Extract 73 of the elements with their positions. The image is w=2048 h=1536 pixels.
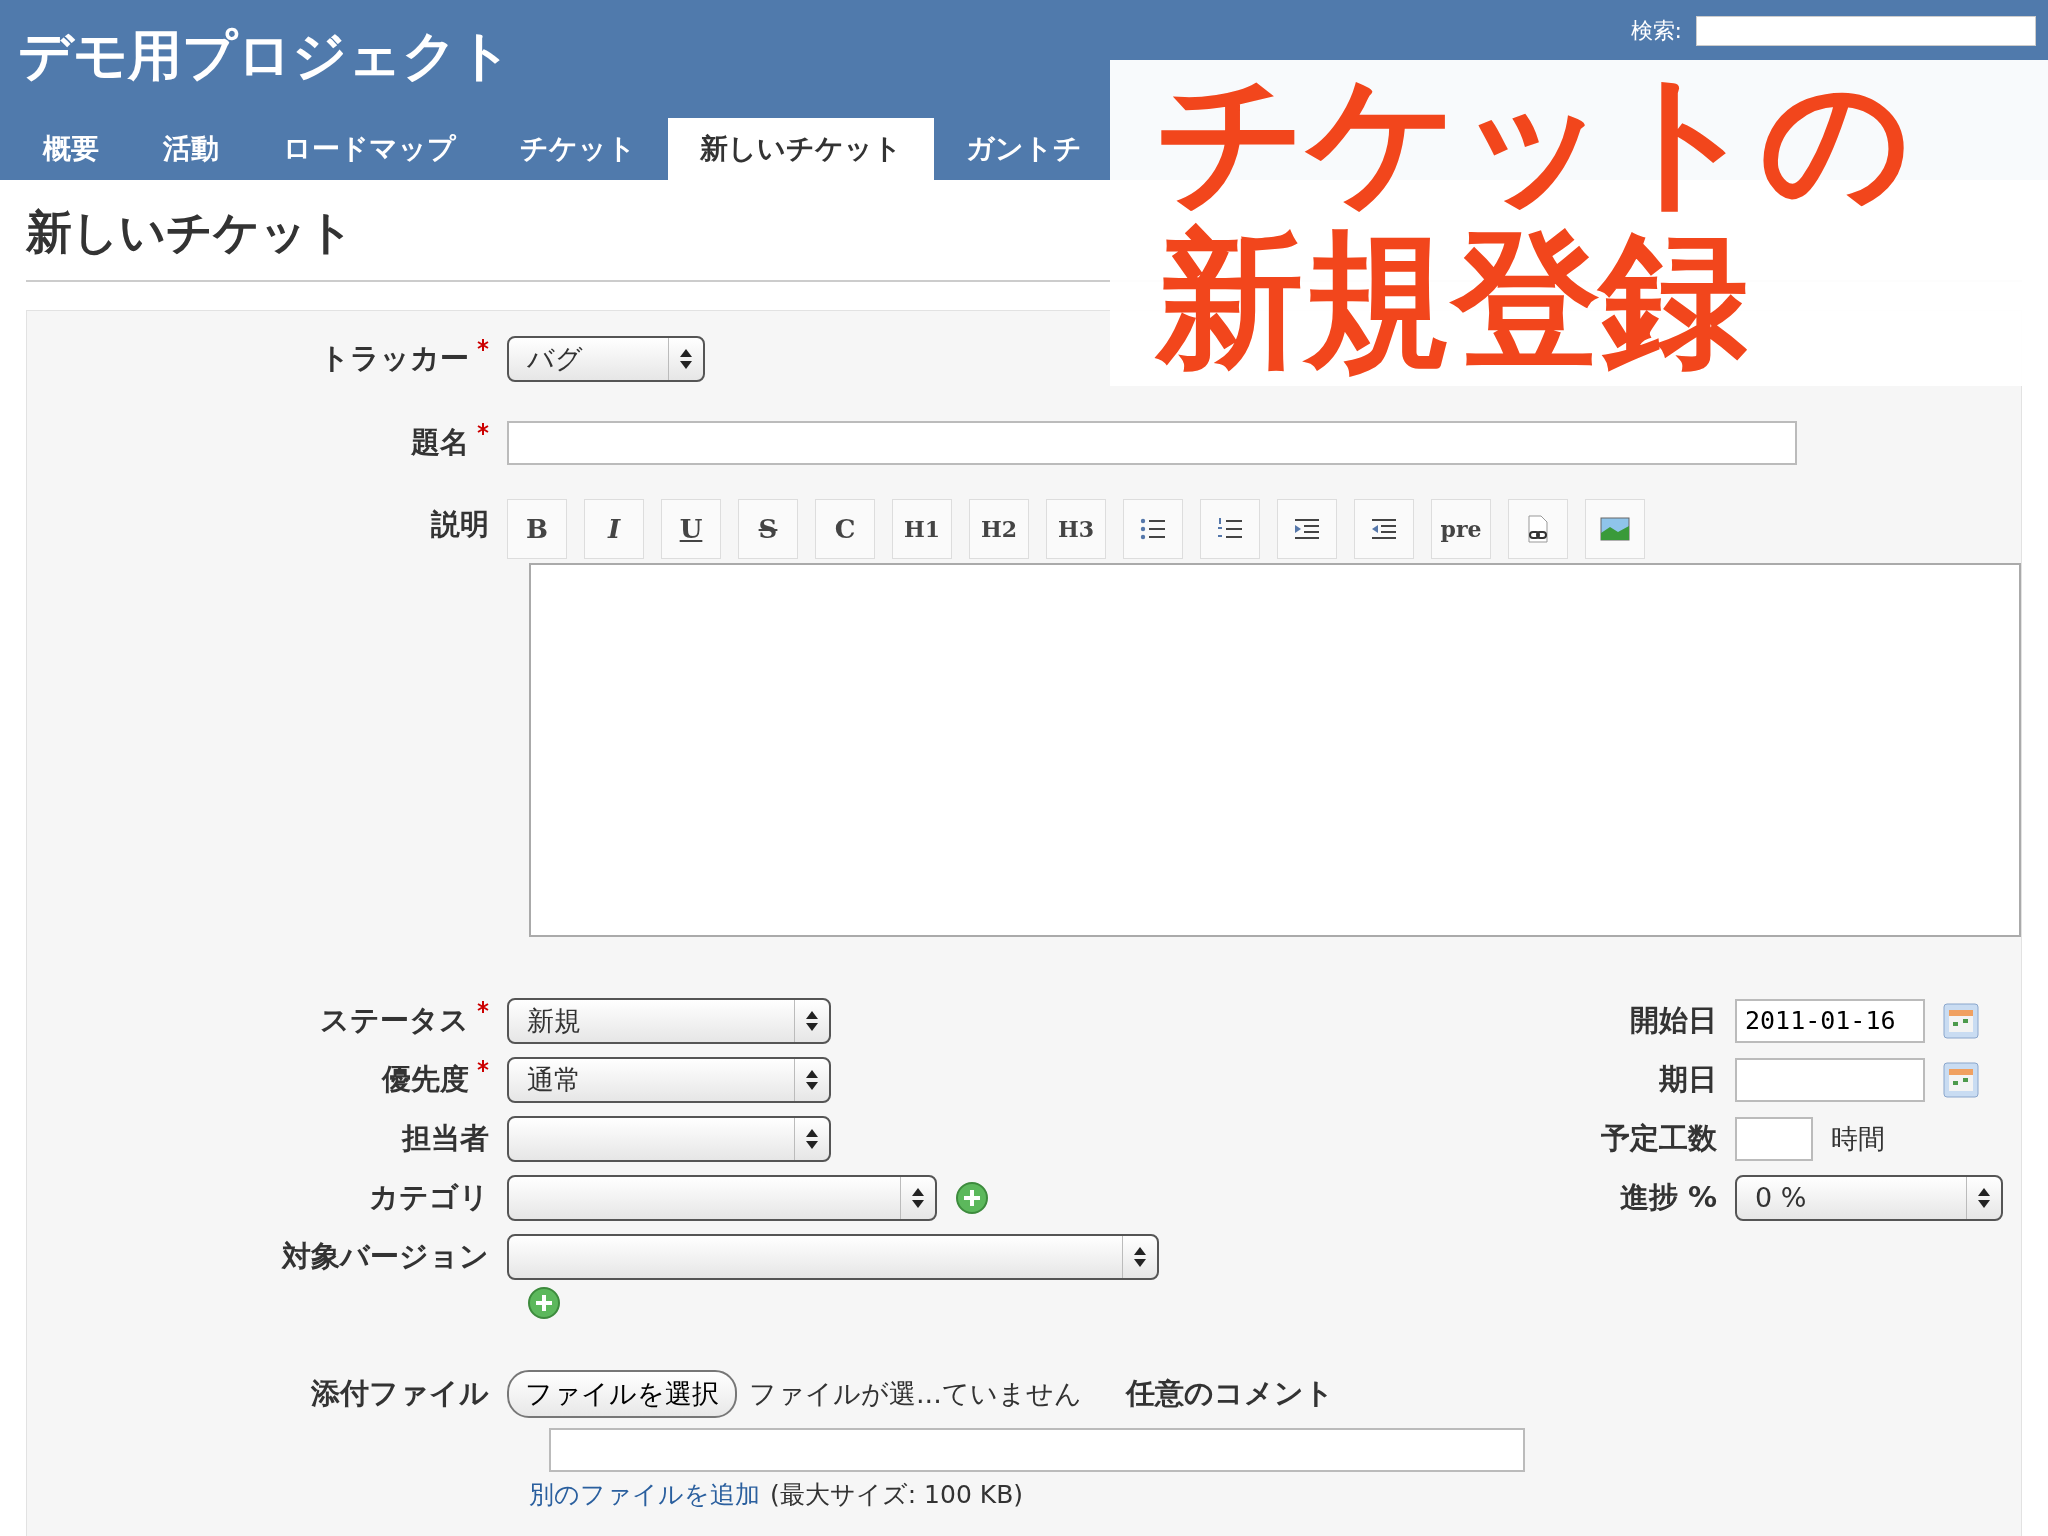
add-icon[interactable] — [527, 1286, 561, 1320]
subject-field[interactable] — [507, 421, 1797, 465]
select-field[interactable] — [507, 1233, 1159, 1280]
field-label: カテゴリ — [368, 1178, 490, 1216]
toolbar-button[interactable]: H1 — [892, 499, 952, 559]
updown-arrows-icon — [805, 1127, 819, 1150]
outdent-button[interactable] — [1354, 499, 1414, 559]
updown-arrows-icon — [1977, 1186, 1991, 1209]
description-field[interactable] — [529, 563, 2021, 937]
field-label: 開始日 — [1629, 1001, 1718, 1039]
image-icon — [1600, 517, 1630, 541]
select-field[interactable]: 新規 — [507, 997, 831, 1044]
updown-arrows-icon — [1133, 1245, 1147, 1268]
updown-arrows-icon — [805, 1009, 819, 1032]
date-field[interactable] — [1735, 1057, 1925, 1102]
toolbar-button[interactable]: C — [815, 499, 875, 559]
calendar-icon[interactable] — [1943, 1002, 1979, 1039]
field-label: トラッカー — [27, 339, 507, 379]
toolbar-button[interactable]: pre — [1431, 499, 1491, 559]
indent-icon — [1294, 517, 1320, 541]
nav-tab[interactable]: チケット — [488, 118, 668, 180]
indent-button[interactable] — [1277, 499, 1337, 559]
search-field[interactable] — [1696, 16, 2036, 46]
toolbar-button[interactable]: S — [738, 499, 798, 559]
field-label: 進捗 % — [1618, 1178, 1718, 1216]
toolbar-button[interactable]: B — [507, 499, 567, 559]
updown-arrows-icon — [679, 348, 693, 370]
updown-arrows-icon — [805, 1068, 819, 1091]
select-field[interactable] — [507, 1115, 831, 1162]
select-field[interactable]: 通常 — [507, 1056, 831, 1103]
numbered-list-button[interactable] — [1200, 499, 1260, 559]
comment-label: 任意のコメント — [1125, 1375, 1334, 1412]
field-label: 担当者 — [400, 1119, 490, 1157]
nav-tab[interactable]: 新しいチケット — [668, 118, 934, 180]
toolbar-button[interactable]: H2 — [969, 499, 1029, 559]
toolbar-button[interactable]: U — [661, 499, 721, 559]
link-icon — [1525, 515, 1551, 543]
toolbar-button[interactable]: I — [584, 499, 644, 559]
choose-file-button[interactable]: ファイルを選択 — [507, 1370, 737, 1418]
unit-label: 時間 — [1831, 1121, 1885, 1156]
max-size-text: (最大サイズ: 100 KB) — [770, 1479, 1024, 1511]
tracker-select[interactable]: バグ — [507, 336, 705, 382]
field-label: 期日 — [1658, 1060, 1718, 1098]
field-label: 予定工数 — [1600, 1119, 1718, 1157]
date-field[interactable]: 2011-01-16 — [1735, 998, 1925, 1043]
field-label: 優先度 — [27, 1059, 507, 1100]
project-title: デモ用プロジェクト — [18, 23, 512, 89]
add-icon[interactable] — [955, 1180, 989, 1215]
field-label: 説明 — [430, 506, 490, 543]
calendar-icon[interactable] — [1943, 1061, 1979, 1098]
bullet-list-button[interactable] — [1123, 499, 1183, 559]
field-label: 添付ファイル — [310, 1375, 490, 1412]
select-field[interactable] — [507, 1174, 937, 1221]
add-file-link[interactable]: 別のファイルを追加 — [529, 1478, 760, 1511]
link-button[interactable] — [1508, 499, 1568, 559]
toolbar-button[interactable]: H3 — [1046, 499, 1106, 559]
search-label: 検索: — [1630, 17, 1682, 45]
numbered-list-icon — [1217, 517, 1243, 541]
field-label: ステータス — [27, 1000, 507, 1041]
comment-field[interactable] — [549, 1428, 1525, 1472]
nav-tab[interactable]: 概要 — [11, 118, 131, 180]
nav-tab[interactable]: ガントチ — [934, 118, 1114, 180]
no-file-text: ファイルが選...ていません — [749, 1377, 1082, 1411]
image-button[interactable] — [1585, 499, 1645, 559]
hours-field[interactable] — [1735, 1116, 1813, 1161]
field-label: 題名 — [27, 423, 507, 463]
nav-tab[interactable]: ロードマップ — [251, 118, 488, 180]
field-label: 対象バージョン — [280, 1237, 490, 1275]
bullet-list-icon — [1140, 517, 1166, 541]
updown-arrows-icon — [911, 1186, 925, 1209]
progress-select[interactable]: 0 % — [1735, 1174, 2003, 1221]
outdent-icon — [1371, 517, 1397, 541]
nav-tab[interactable]: 活動 — [131, 118, 251, 180]
